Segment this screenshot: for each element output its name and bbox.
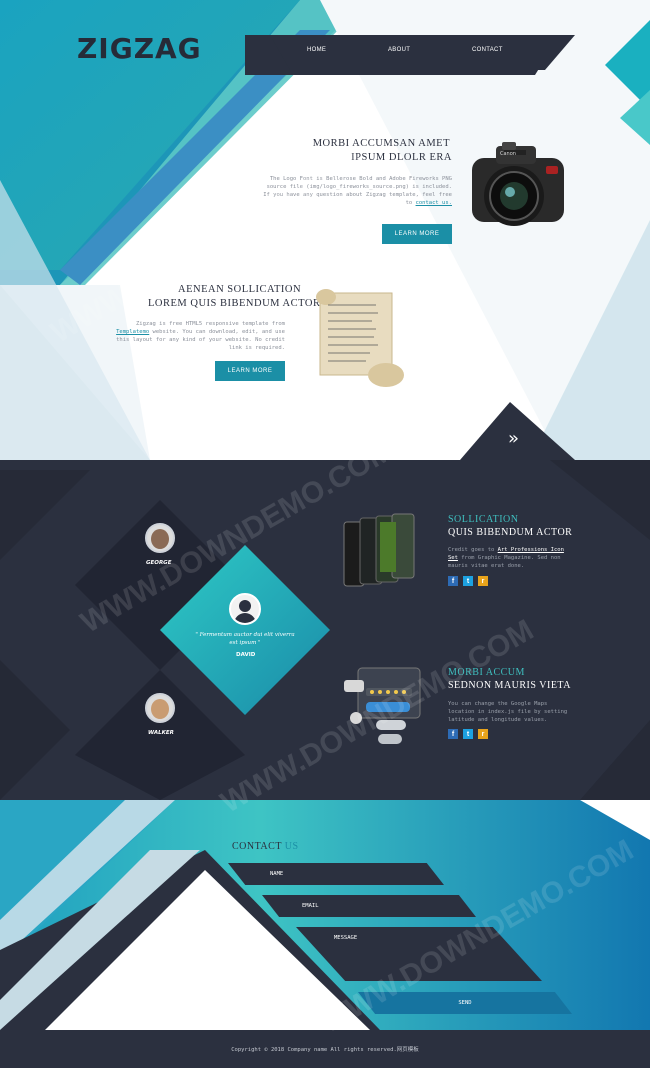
service-2-subtitle: SEDNON MAURIS VIETA (448, 680, 571, 691)
footer: Copyright © 2018 Company name All rights… (0, 1030, 650, 1068)
twitter-icon[interactable]: t (463, 729, 473, 739)
service-1-social: f t r (448, 576, 488, 586)
service-2-title: MORBI ACCUM (448, 667, 525, 678)
david-name: DAVID (236, 652, 256, 658)
copyright-text: Copyright © 2018 Company name All rights… (231, 1047, 419, 1053)
service-1-body-pre: Credit goes to (448, 547, 495, 553)
service-1-body-post: from Graphic Magazine. Sed non mauris vi… (448, 555, 561, 569)
send-label: SEND (458, 1000, 472, 1006)
walker-avatar[interactable] (145, 693, 175, 723)
rss-icon[interactable]: r (478, 729, 488, 739)
main-nav: HOME ABOUT CONTACT (280, 44, 540, 60)
ui-kit-image (338, 660, 428, 750)
hero-section: ZIGZAG HOME ABOUT CONTACT MORBI ACCUMSAN… (0, 0, 650, 460)
email-field[interactable]: EMAIL (262, 895, 476, 917)
contact-title-accent: US (284, 841, 299, 852)
send-button[interactable]: SEND (358, 992, 572, 1014)
next-section-chevron-icon[interactable]: » (508, 428, 519, 449)
walker-name: WALKER (148, 730, 174, 736)
feature-2-title: AENEAN SOLLICATION (178, 284, 302, 295)
feature-2-body: Zigzag is free HTML5 responsive template… (105, 320, 285, 352)
team-services-section: GEORGE " Fermentum auctor dui elit viver… (0, 460, 650, 800)
feature-1-learn-more-button[interactable]: LEARN MORE (382, 224, 452, 244)
service-1-subtitle: QUIS BIBENDUM ACTOR (448, 527, 573, 538)
service-1-title: SOLLICATION (448, 514, 519, 525)
rss-icon[interactable]: r (478, 576, 488, 586)
feature-1-subtitle: IPSUM DLOLR ERA (351, 152, 452, 163)
nav-about[interactable]: ABOUT (388, 47, 410, 53)
service-2-body: You can change the Google Maps location … (448, 701, 568, 723)
email-placeholder: EMAIL (302, 903, 319, 909)
camera-image: Canon (466, 140, 570, 236)
feature-2-learn-more-button[interactable]: LEARN MORE (215, 361, 285, 381)
phones-image (340, 510, 426, 592)
feature-1-title: MORBI ACCUMSAN AMET (312, 138, 450, 149)
nav-contact[interactable]: CONTACT (472, 47, 503, 53)
site-logo[interactable]: ZIGZAG (77, 32, 202, 65)
feature-2-templatemo-link[interactable]: Templatemo (116, 329, 149, 335)
service-2-social: f t r (448, 729, 488, 739)
facebook-icon[interactable]: f (448, 576, 458, 586)
david-diamond (160, 545, 330, 715)
message-placeholder: MESSAGE (334, 935, 358, 941)
george-avatar[interactable] (145, 523, 175, 553)
svg-text:Canon: Canon (500, 151, 516, 157)
feature-1-body: The Logo Font is Bellerose Bold and Adob… (260, 175, 452, 207)
name-field[interactable]: NAME (228, 863, 444, 885)
twitter-icon[interactable]: t (463, 576, 473, 586)
david-quote: " Fermentum auctor dui elit viverra est … (195, 632, 295, 646)
contact-title-main: CONTACT (232, 841, 282, 852)
nav-home[interactable]: HOME (307, 47, 326, 53)
feature-1-contact-link[interactable]: contact us. (416, 200, 452, 206)
contact-section: CONTACT US NAME EMAIL MESSAGE SEND (0, 800, 650, 1030)
facebook-icon[interactable]: f (448, 729, 458, 739)
feature-2-body-pre: Zigzag is free HTML5 responsive template… (135, 321, 285, 327)
david-avatar[interactable] (229, 593, 261, 625)
service-1-body: Credit goes to Art Professions Icon Set … (448, 546, 576, 570)
feature-2-subtitle: LOREM QUIS BIBENDUM ACTOR (148, 298, 321, 309)
scroll-image (306, 283, 410, 391)
george-name: GEORGE (146, 560, 172, 566)
name-placeholder: NAME (270, 871, 284, 877)
contact-title: CONTACT US (232, 841, 299, 852)
